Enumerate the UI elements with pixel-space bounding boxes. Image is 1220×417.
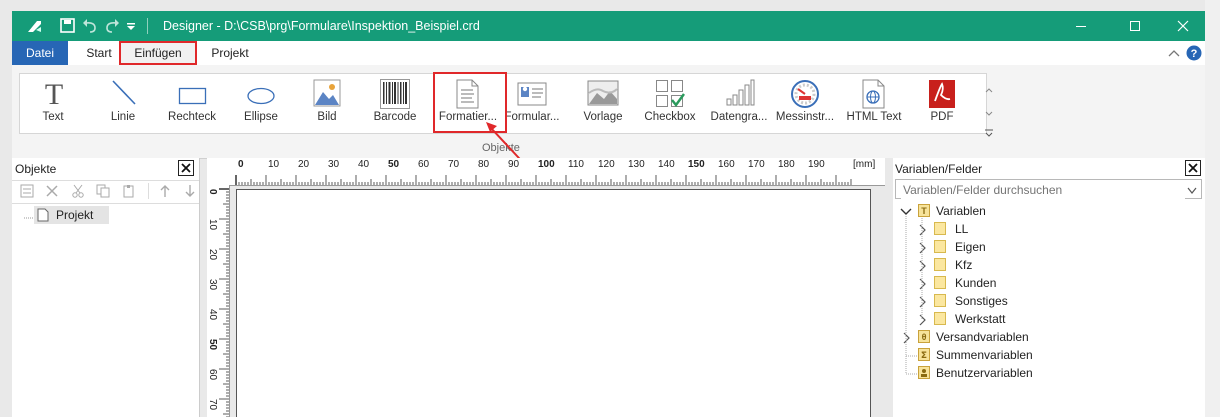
collapsed-chevron-icon[interactable]	[916, 242, 928, 254]
ruler-label: 80	[478, 159, 490, 170]
ruler-label: 50	[388, 159, 400, 170]
close-variables-panel-icon[interactable]	[1185, 160, 1201, 176]
variables-search-box[interactable]	[895, 179, 1202, 199]
move-up-icon[interactable]	[159, 184, 171, 201]
tree-node-label: Versandvariablen	[936, 330, 1029, 344]
vertical-ruler: 0 10 20 30 40 50 60 70	[207, 185, 230, 417]
window-right-edge	[1205, 0, 1220, 417]
tree-node-label: Eigen	[955, 240, 986, 254]
ruler-label: 40	[207, 309, 218, 321]
tree-node-label: Werkstatt	[955, 312, 1006, 326]
ruler-label: 90	[508, 159, 520, 170]
ruler-label: 120	[598, 159, 615, 170]
tree-node-label: Variablen	[936, 204, 986, 218]
move-down-icon[interactable]	[184, 184, 196, 201]
tree-node-label: Summenvariablen	[936, 348, 1033, 362]
ruler-label: 30	[328, 159, 340, 170]
folder-icon	[934, 294, 946, 310]
ruler-label: 60	[418, 159, 430, 170]
objects-panel-title: Objekte	[15, 162, 57, 176]
ruler-label: 70	[207, 399, 218, 411]
cut-icon[interactable]	[71, 184, 85, 201]
search-dropdown-icon[interactable]	[1187, 184, 1197, 198]
ruler-label: 180	[778, 159, 795, 170]
folder-icon	[934, 222, 946, 238]
ruler-label: 140	[658, 159, 675, 170]
paste-icon[interactable]	[122, 184, 136, 201]
close-objects-panel-icon[interactable]	[178, 160, 194, 176]
toolbar-separator	[148, 183, 149, 199]
ruler-label: 160	[718, 159, 735, 170]
panel-splitter[interactable]	[885, 158, 893, 417]
document-icon	[37, 208, 49, 225]
folder-icon	[934, 240, 946, 256]
tree-node-label: Kfz	[955, 258, 973, 272]
collapsed-chevron-icon[interactable]	[916, 314, 928, 326]
ruler-label: 10	[207, 219, 218, 231]
ruler-unit: [mm]	[853, 159, 876, 170]
expanded-chevron-icon[interactable]	[900, 206, 912, 218]
designer-window: Designer - D:\CSB\prg\Formulare\Inspekti…	[0, 0, 1220, 417]
design-canvas-area: [mm] 0 10 20 30 40 50 60 70 80 90 100 110 120 130 140 1…	[207, 158, 885, 417]
folder-icon	[934, 258, 946, 274]
ruler-label: 60	[207, 369, 218, 381]
tree-node-label: Sonstiges	[955, 294, 1008, 308]
ruler-label: 30	[207, 279, 218, 291]
ruler-label: 20	[298, 159, 310, 170]
ruler-label: 150	[688, 159, 705, 170]
ruler-label: 100	[538, 159, 555, 170]
tree-node-label: Projekt	[56, 208, 94, 222]
collapsed-chevron-icon[interactable]	[916, 296, 928, 308]
svg-text:θ: θ	[922, 332, 927, 342]
variables-search-input[interactable]	[901, 181, 1185, 199]
tree-node-label: LL	[955, 222, 969, 236]
folder-icon	[934, 312, 946, 328]
variables-type-icon: T	[918, 204, 930, 220]
ruler-label: 10	[268, 159, 280, 170]
ruler-label: 170	[748, 159, 765, 170]
dispatch-variables-icon: θ	[918, 330, 930, 346]
objects-panel: Objekte Projekt	[12, 158, 200, 417]
ruler-corner	[207, 158, 230, 186]
report-page[interactable]	[236, 189, 871, 417]
ruler-label: 40	[358, 159, 370, 170]
variables-panel-title: Variablen/Felder	[895, 162, 983, 176]
ruler-label: 190	[808, 159, 825, 170]
ruler-label: 130	[628, 159, 645, 170]
collapsed-chevron-icon[interactable]	[916, 224, 928, 236]
user-variables-icon	[918, 366, 930, 382]
copy-icon[interactable]	[96, 184, 110, 201]
svg-text:T: T	[921, 206, 927, 216]
collapsed-chevron-icon[interactable]	[916, 278, 928, 290]
collapsed-chevron-icon[interactable]	[900, 332, 912, 344]
sum-variables-icon: Σ	[918, 348, 930, 364]
variables-panel: Variablen/Felder T Variablen LL Eigen Kfz K…	[893, 158, 1205, 417]
ruler-label: 0	[238, 159, 244, 170]
properties-icon[interactable]	[20, 184, 34, 201]
collapsed-chevron-icon[interactable]	[916, 260, 928, 272]
objects-toolbar	[12, 180, 199, 204]
ruler-label: 20	[207, 249, 218, 261]
delete-icon[interactable]	[45, 184, 59, 201]
ruler-label: 70	[448, 159, 460, 170]
ruler-label: 110	[568, 159, 584, 170]
tree-node-label: Kunden	[955, 276, 997, 290]
ruler-label: 0	[207, 189, 218, 195]
ruler-label: 50	[207, 339, 218, 351]
tree-node-label: Benutzervariablen	[936, 366, 1033, 380]
folder-icon	[934, 276, 946, 292]
horizontal-ruler: [mm] 0 10 20 30 40 50 60 70 80 90 100 110 120 130 140 1…	[229, 158, 885, 186]
svg-text:Σ: Σ	[921, 351, 927, 361]
